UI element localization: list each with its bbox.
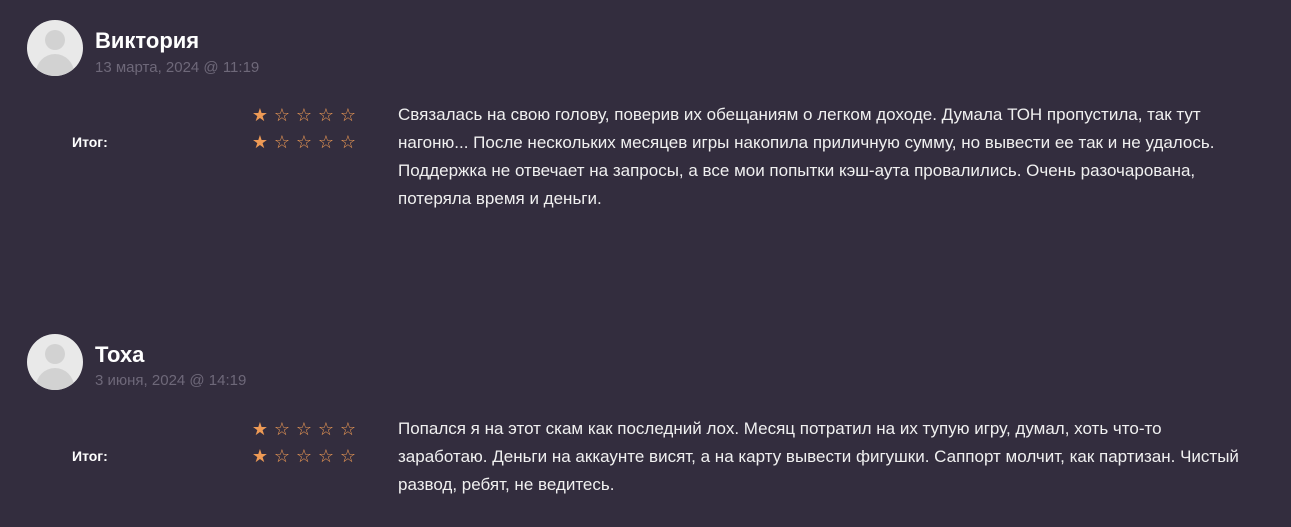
total-label: Итог: [72,134,108,150]
star-empty-icon: ☆ [339,105,357,125]
star-filled-icon: ★ [251,419,269,439]
total-rating-stars: ★ ☆ ☆ ☆ ☆ [251,446,357,466]
review-author: Тоха [95,342,145,367]
total-label: Итог: [72,448,108,464]
star-empty-icon: ☆ [317,419,335,439]
star-filled-icon: ★ [251,446,269,466]
rating-stars: ★ ☆ ☆ ☆ ☆ [251,419,357,439]
review-date: 3 июня, 2024 @ 14:19 [95,372,247,389]
star-empty-icon: ☆ [295,446,313,466]
star-empty-icon: ☆ [295,132,313,152]
reviews-list: Виктория 13 марта, 2024 @ 11:19 ★ ☆ ☆ ☆ … [0,0,1291,527]
star-empty-icon: ☆ [339,446,357,466]
star-empty-icon: ☆ [273,419,291,439]
review-text: Попался я на этот скам как последний лох… [398,419,1239,494]
user-avatar-icon [27,20,83,76]
star-empty-icon: ☆ [295,105,313,125]
star-empty-icon: ☆ [317,132,335,152]
star-filled-icon: ★ [251,105,269,125]
star-empty-icon: ☆ [317,105,335,125]
star-empty-icon: ☆ [339,132,357,152]
review-text: Связалась на свою голову, поверив их обе… [398,105,1215,208]
star-empty-icon: ☆ [317,446,335,466]
star-filled-icon: ★ [251,132,269,152]
rating-stars: ★ ☆ ☆ ☆ ☆ [251,105,357,125]
star-empty-icon: ☆ [273,446,291,466]
star-empty-icon: ☆ [273,132,291,152]
star-empty-icon: ☆ [273,105,291,125]
review-date: 13 марта, 2024 @ 11:19 [95,59,260,76]
review-author: Виктория [95,28,200,53]
star-empty-icon: ☆ [295,419,313,439]
user-avatar-icon [27,334,83,390]
total-rating-stars: ★ ☆ ☆ ☆ ☆ [251,132,357,152]
star-empty-icon: ☆ [339,419,357,439]
